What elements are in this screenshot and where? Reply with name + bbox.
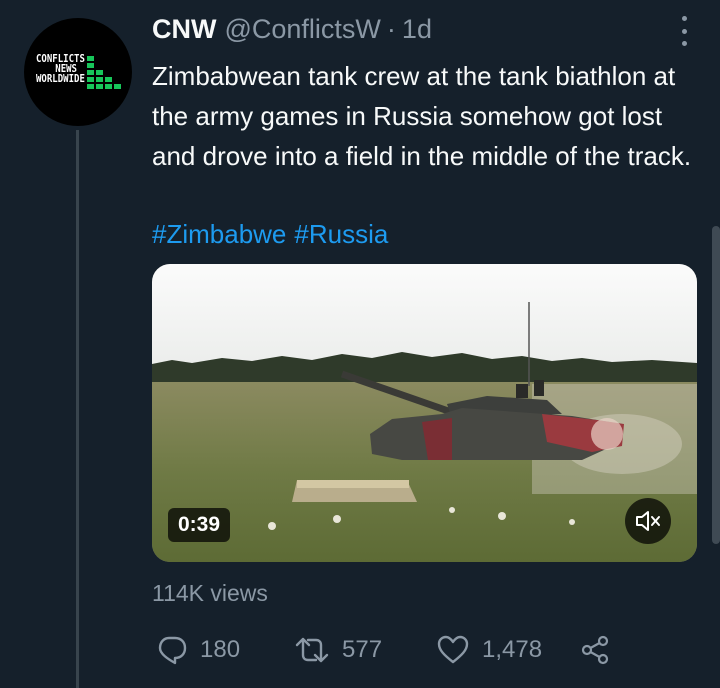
logo-bars-icon [87,56,121,89]
speaker-muted-glyph [636,511,660,531]
share-button[interactable] [580,635,622,665]
tweet-text: Zimbabwean tank crew at the tank biathlo… [152,61,692,171]
heart-icon [437,635,469,664]
timestamp[interactable]: 1d [402,14,432,45]
tweet-header: CNW @ConflictsW · 1d [152,14,432,50]
hashtag-zimbabwe[interactable]: #Zimbabwe [152,219,286,249]
avatar-logo-text: CONFLICTS NEWS WORLDWIDE [36,53,85,85]
reply-button[interactable]: 180 [156,634,294,666]
video-duration: 0:39 [168,508,231,542]
display-name[interactable]: CNW [152,14,216,45]
thread-line [76,130,79,688]
view-count: 114K views [152,580,268,606]
user-handle[interactable]: @ConflictsW [224,14,380,45]
retweet-icon [295,637,329,663]
more-dot [681,16,687,21]
hashtags: #Zimbabwe #Russia [152,216,396,252]
more-options-icon[interactable] [678,16,690,46]
retweet-count: 577 [342,636,383,663]
retweet-button[interactable]: 577 [294,635,436,665]
like-button[interactable]: 1,478 [436,635,580,665]
share-icon [581,635,609,665]
more-dot [681,28,687,34]
scrollbar[interactable] [712,226,720,544]
video-player[interactable]: 0:39 [152,264,697,562]
more-dot [681,41,687,46]
video-frame [152,264,697,562]
action-bar: 180 577 1,478 [156,632,622,668]
hashtag-russia[interactable]: #Russia [294,219,388,249]
reply-count: 180 [200,636,241,663]
reply-icon [158,636,187,665]
like-count: 1,478 [482,636,543,663]
avatar[interactable]: CONFLICTS NEWS WORLDWIDE [24,18,132,126]
speaker-muted-icon[interactable] [625,498,671,544]
logo-word-3: WORLDWIDE [36,72,85,85]
separator-dot: · [386,14,396,44]
